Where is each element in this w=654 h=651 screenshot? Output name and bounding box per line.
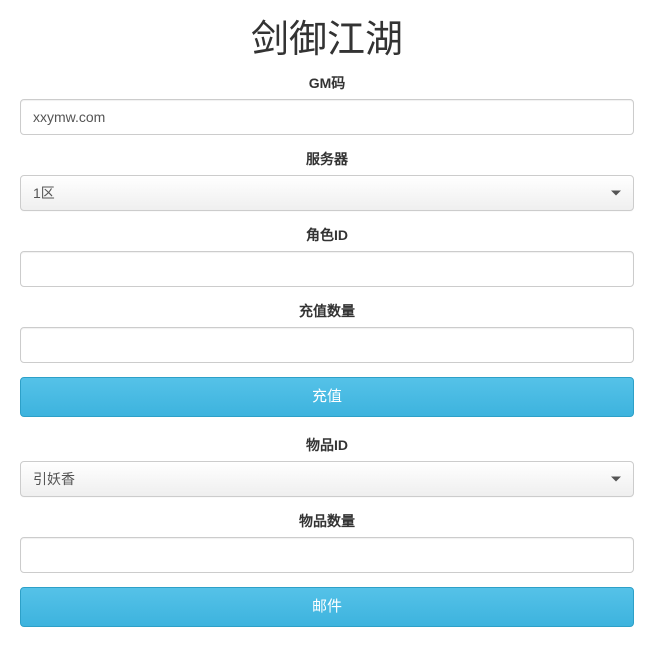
group-recharge-qty: 充值数量 [20,301,634,363]
input-item-qty[interactable] [20,537,634,573]
label-item-id: 物品ID [20,435,634,455]
label-item-qty: 物品数量 [20,511,634,531]
input-role-id[interactable] [20,251,634,287]
select-server[interactable]: 1区 [20,175,634,211]
recharge-button[interactable]: 充值 [20,377,634,417]
caret-down-icon [611,191,621,196]
input-gm-code[interactable] [20,99,634,135]
select-server-value: 1区 [33,183,55,203]
label-role-id: 角色ID [20,225,634,245]
input-recharge-qty[interactable] [20,327,634,363]
label-server: 服务器 [20,149,634,169]
group-item-qty: 物品数量 [20,511,634,573]
mail-button[interactable]: 邮件 [20,587,634,627]
label-gm-code: GM码 [20,73,634,93]
group-role-id: 角色ID [20,225,634,287]
group-server: 服务器 1区 [20,149,634,211]
label-recharge-qty: 充值数量 [20,301,634,321]
caret-down-icon [611,477,621,482]
page-title: 剑御江湖 [20,8,634,63]
select-item-value: 引妖香 [33,469,75,489]
group-gm-code: GM码 [20,73,634,135]
form-container: 剑御江湖 GM码 服务器 1区 角色ID 充值数量 充值 物品ID 引妖香 物品… [0,8,654,651]
group-item-id: 物品ID 引妖香 [20,435,634,497]
select-item[interactable]: 引妖香 [20,461,634,497]
